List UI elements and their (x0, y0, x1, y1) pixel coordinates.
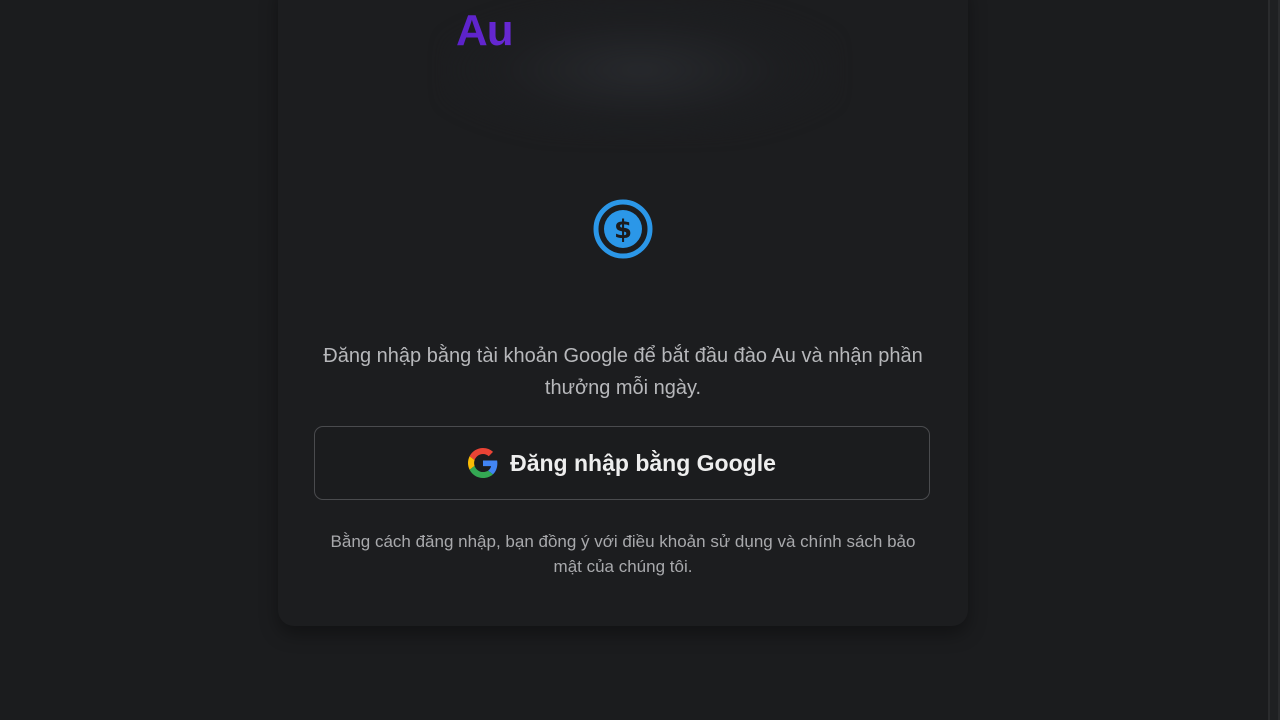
brand-logo-text: Au (456, 6, 576, 56)
login-page: Au $ Đăng nhập bằng tài khoản Google để … (0, 0, 1280, 720)
login-description: Đăng nhập bằng tài khoản Google để bắt đ… (323, 345, 923, 399)
terms-notice: Bằng cách đăng nhập, bạn đồng ý với điều… (330, 532, 916, 576)
svg-text:$: $ (614, 215, 632, 245)
google-signin-button[interactable]: Đăng nhập bằng Google (314, 426, 930, 500)
scrollbar[interactable] (1268, 0, 1280, 720)
scrollbar-thumb[interactable] (1270, 0, 1278, 720)
dollar-coin-icon: $ (593, 199, 653, 259)
google-signin-label: Đăng nhập bằng Google (510, 449, 776, 476)
google-g-icon (468, 448, 498, 478)
